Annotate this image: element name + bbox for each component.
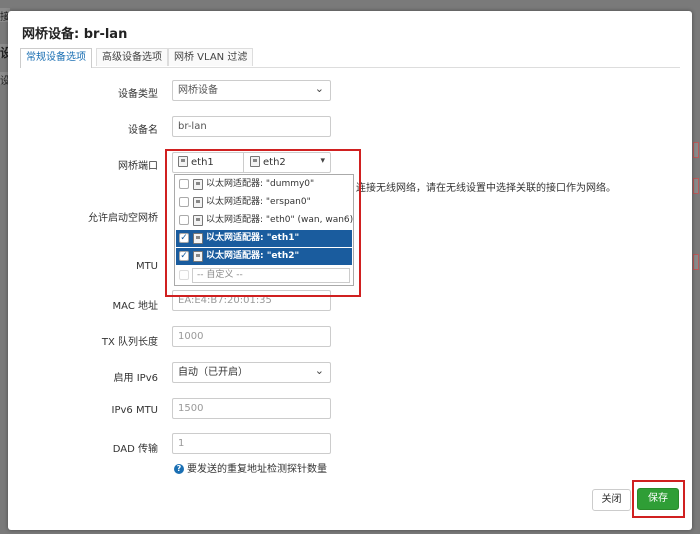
dad-help: ? 要发送的重复地址检测探针数量 [174,460,327,475]
tab-general[interactable]: 常规设备选项 [20,48,92,68]
save-button[interactable]: 保存 [637,488,679,510]
device-type-label: 设备类型 [118,89,158,100]
dad-input[interactable]: 1 [172,433,331,454]
mac-label: MAC 地址 [112,301,158,312]
background-badge [693,178,699,194]
ipv6-mtu-input[interactable]: 1500 [172,398,331,419]
close-button[interactable]: 关闭 [592,489,631,511]
txqueuelen-label: TX 队列长度 [101,337,158,348]
dialog-title: 网桥设备: br-lan [22,27,128,42]
tab-advanced[interactable]: 高级设备选项 [96,48,168,66]
ipv6-select[interactable]: 自动（已开启） [172,361,331,383]
tab-bridge-vlan[interactable]: 网桥 VLAN 过滤 [168,48,254,66]
bridge-ports-label: 网桥端口 [118,161,158,172]
background-badge [693,142,699,158]
highlight-box-ports [165,149,361,297]
ipv6-mtu-label: IPv6 MTU [111,405,159,416]
mtu-label: MTU [135,261,158,272]
dad-label: DAD 传输 [112,444,158,455]
ipv6-label: 启用 IPv6 [113,373,158,384]
background-badge [693,254,699,270]
bring-up-empty-label: 允许启动空网桥 [88,213,158,224]
background-text: 设 [0,72,10,87]
device-type-select[interactable]: 网桥设备 [172,79,331,101]
device-name-label: 设备名 [128,125,158,136]
question-icon: ? [174,464,184,474]
bridge-ports-help: 连接无线网络，请在无线设置中选择关联的接口作为网络。 [356,183,616,194]
tab-bar: 常规设备选项 高级设备选项 网桥 VLAN 过滤 [20,48,680,68]
txqueuelen-input[interactable]: 1000 [172,326,331,347]
device-name-input[interactable]: br-lan [172,116,331,137]
